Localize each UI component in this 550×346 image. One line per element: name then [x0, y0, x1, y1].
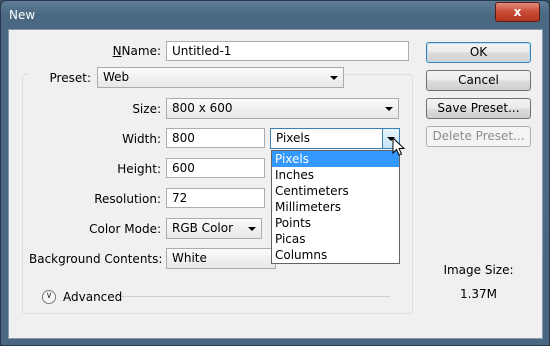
width-unit-value: Pixels: [276, 131, 311, 145]
width-input[interactable]: 800: [166, 128, 265, 148]
background-contents-select[interactable]: White: [166, 248, 276, 269]
resolution-input[interactable]: 72: [166, 188, 265, 208]
advanced-label[interactable]: Advanced: [63, 290, 122, 304]
name-label-text: Name:: [121, 44, 161, 58]
unit-option[interactable]: Points: [272, 215, 399, 231]
preset-label: Preset:: [29, 71, 94, 85]
advanced-divider: [122, 296, 390, 297]
unit-option[interactable]: Centimeters: [272, 183, 399, 199]
unit-option[interactable]: Picas: [272, 231, 399, 247]
save-preset-button[interactable]: Save Preset...: [426, 98, 531, 119]
unit-option[interactable]: Millimeters: [272, 199, 399, 215]
preset-select-value: Web: [103, 70, 130, 84]
chevron-down-icon: [330, 76, 338, 80]
width-label: Width:: [122, 132, 161, 146]
name-input[interactable]: Untitled-1: [166, 41, 409, 61]
height-input[interactable]: 600: [166, 158, 265, 178]
close-button[interactable]: x: [495, 2, 540, 22]
close-icon: x: [513, 5, 522, 19]
dialog-client-area: NName: Untitled-1 Preset: Web Size: 800 …: [8, 29, 543, 339]
width-unit-select[interactable]: Pixels: [270, 128, 400, 149]
delete-preset-button[interactable]: Delete Preset...: [426, 126, 531, 147]
unit-option[interactable]: Columns: [272, 247, 399, 263]
cancel-button[interactable]: Cancel: [426, 70, 531, 91]
size-label: Size:: [132, 102, 161, 116]
color-mode-select[interactable]: RGB Color: [166, 218, 262, 239]
size-select-value: 800 x 600: [172, 101, 233, 115]
image-size-value: 1.37M: [459, 287, 498, 301]
size-select[interactable]: 800 x 600: [166, 98, 399, 119]
height-label: Height:: [117, 162, 161, 176]
image-size-label: Image Size:: [443, 263, 514, 277]
ok-button[interactable]: OK: [426, 42, 531, 63]
window-title: New: [9, 8, 36, 22]
chevron-down-icon: [385, 107, 393, 111]
background-contents-value: White: [172, 251, 207, 265]
name-label: NName:: [112, 44, 161, 58]
new-dialog-window: New x NName: Untitled-1 Preset: Web Size…: [0, 0, 550, 346]
expand-advanced-icon[interactable]: ∨: [42, 290, 56, 304]
chevron-down-icon: [248, 227, 256, 231]
background-contents-label: Background Contents:: [29, 252, 163, 266]
resolution-label: Resolution:: [94, 192, 161, 206]
unit-option[interactable]: Pixels: [272, 151, 399, 167]
color-mode-label: Color Mode:: [89, 222, 161, 236]
unit-dropdown-list: Pixels Inches Centimeters Millimeters Po…: [271, 150, 400, 264]
mouse-cursor-icon: [392, 137, 406, 156]
color-mode-value: RGB Color: [172, 221, 234, 235]
preset-select[interactable]: Web: [97, 67, 344, 88]
unit-option[interactable]: Inches: [272, 167, 399, 183]
preset-label-text: Preset:: [49, 71, 91, 85]
